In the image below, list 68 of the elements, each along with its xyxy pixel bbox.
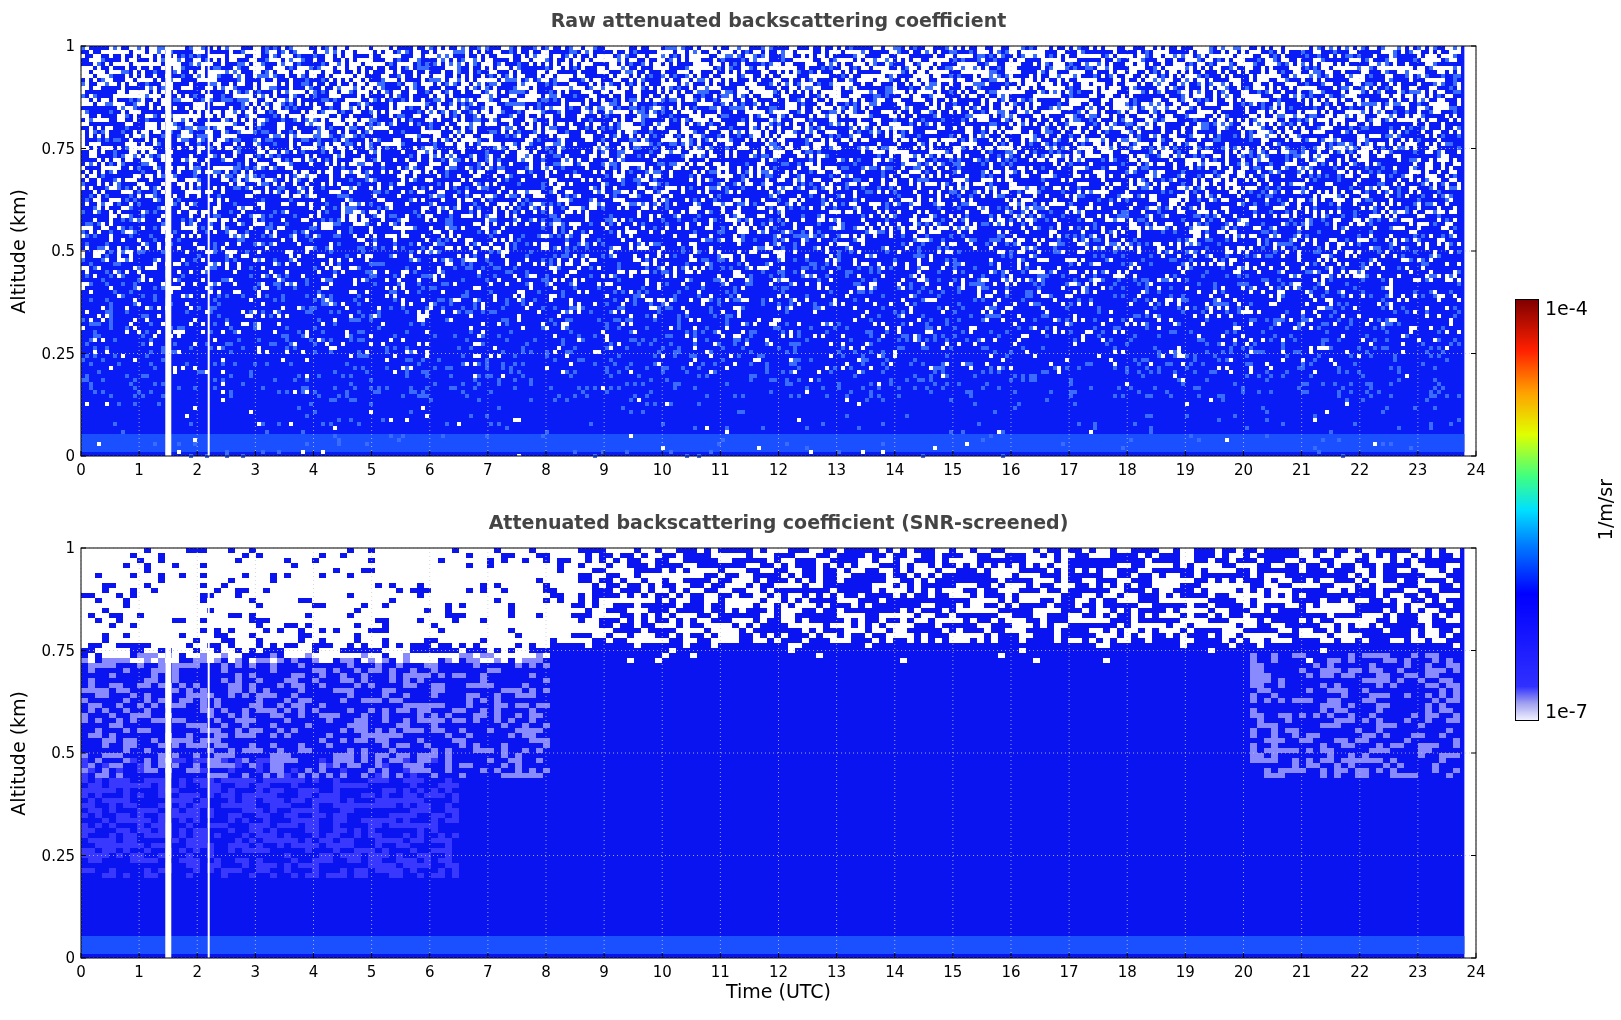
tick-label: 16: [1001, 963, 1021, 980]
tick-label: 12: [768, 461, 789, 478]
tick-label: 3: [250, 461, 261, 478]
tick-label: 12: [768, 963, 789, 980]
tick-label: 15: [943, 461, 963, 478]
tick-label: 10: [652, 461, 672, 478]
tick-label: 15: [943, 963, 963, 980]
tick-label: 1: [65, 38, 75, 55]
tick-label: 2: [192, 963, 202, 980]
tick-label: 21: [1292, 963, 1312, 980]
tick-label: 17: [1059, 963, 1079, 980]
tick-label: 7: [483, 461, 493, 478]
tick-label: 1: [134, 963, 144, 980]
tick-label: 0: [76, 461, 86, 478]
axis-label: Time (UTC): [726, 980, 831, 1002]
tick-label: 23: [1408, 461, 1428, 478]
tick-label: 2: [192, 461, 202, 478]
tick-label: 5: [366, 461, 377, 478]
tick-label: 14: [885, 461, 905, 478]
tick-label: 13: [827, 461, 847, 478]
chart-title: Attenuated backscattering coefficient (SNR-screened): [487, 510, 1070, 535]
tick-label: 1: [134, 461, 144, 478]
colorbar-label: 1/m/sr: [1593, 479, 1616, 541]
tick-label: 10: [652, 963, 672, 980]
tick-label: 24: [1466, 461, 1486, 478]
tick-label: 3: [250, 963, 261, 980]
tick-label: 20: [1233, 963, 1254, 980]
tick-label: 0: [65, 949, 75, 967]
tick-label: 11: [710, 461, 730, 478]
tick-label: 22: [1350, 461, 1370, 478]
chart-title: Raw attenuated backscattering coefficient: [549, 8, 1008, 33]
tick-label: 0.75: [41, 641, 75, 660]
tick-label: 0: [65, 447, 75, 465]
tick-label: 22: [1350, 963, 1370, 980]
tick-label: 4: [308, 461, 319, 478]
tick-label: 0.5: [51, 744, 75, 762]
tick-label: 0.25: [41, 846, 75, 865]
tick-label: 13: [827, 963, 847, 980]
tick-label: 1: [65, 540, 75, 557]
tick-label: 6: [425, 461, 435, 478]
tick-label: 8: [541, 963, 551, 980]
tick-label: 19: [1175, 461, 1195, 478]
tick-label: 18: [1117, 963, 1137, 980]
tick-label: 17: [1059, 461, 1079, 478]
tick-label: 11: [710, 963, 730, 980]
axis-label: Altitude (km): [6, 188, 29, 314]
tick-label: 20: [1233, 461, 1254, 478]
tick-label: 21: [1292, 461, 1312, 478]
tick-label: 8: [541, 461, 551, 478]
tick-label: 19: [1175, 963, 1195, 980]
tick-label: 9: [599, 963, 609, 980]
tick-label: 0.25: [41, 344, 75, 363]
colorbar-tick-label: 1e-4: [1545, 299, 1588, 318]
tick-label: 14: [885, 963, 905, 980]
tick-label: 7: [483, 963, 493, 980]
tick-label: 4: [308, 963, 319, 980]
tick-label: 24: [1466, 963, 1486, 980]
colorbar-tick-label: 1e-7: [1545, 702, 1588, 721]
axis-label: Altitude (km): [6, 690, 29, 816]
tick-label: 23: [1408, 963, 1428, 980]
tick-label: 5: [366, 963, 377, 980]
tick-label: 9: [599, 461, 609, 478]
tick-label: 0.5: [51, 242, 75, 260]
tick-label: 6: [425, 963, 435, 980]
tick-label: 0.75: [41, 139, 75, 158]
tick-label: 0: [76, 963, 86, 980]
tick-label: 16: [1001, 461, 1021, 478]
tick-label: 18: [1117, 461, 1137, 478]
